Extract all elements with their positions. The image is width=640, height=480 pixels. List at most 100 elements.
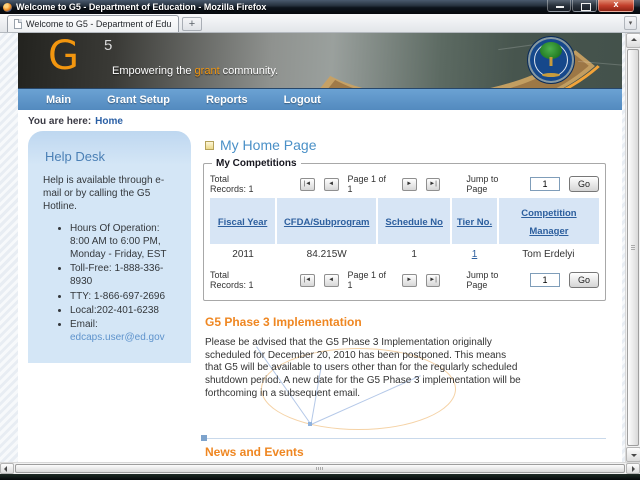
jump-to-page-input[interactable]	[530, 177, 560, 191]
dept-of-education-seal	[527, 36, 575, 84]
page-indicator: Page 1 of 1	[347, 174, 387, 194]
g5-logo-number: 5	[104, 37, 113, 54]
title-bar: Welcome to G5 - Department of Education …	[0, 0, 640, 14]
tagline-post: community.	[219, 65, 279, 77]
cell-schedule-no: 1	[377, 244, 452, 265]
page-title-icon	[205, 140, 214, 150]
prev-page-button[interactable]: ◄	[323, 177, 339, 191]
site-banner: G 5 Empowering the grant community.	[18, 33, 622, 88]
jump-to-page-label: Jump to Page	[466, 174, 499, 194]
last-page-button[interactable]: ►|	[425, 177, 441, 191]
nav-item-main[interactable]: Main	[46, 94, 71, 106]
window-controls	[546, 0, 634, 12]
scroll-grip	[316, 467, 323, 470]
tier-no-link[interactable]: 1	[472, 249, 478, 260]
email-link[interactable]: edcaps.user@ed.gov	[70, 332, 165, 343]
help-desk-intro: Help is available through e-mail or by c…	[43, 175, 165, 213]
tagline-pre: Empowering the	[112, 65, 195, 77]
cell-tier-no: 1	[451, 244, 498, 265]
horizontal-scrollbar[interactable]	[0, 462, 640, 474]
page-title: My Home Page	[220, 137, 317, 153]
cell-fiscal-year: 2011	[210, 244, 277, 265]
banner-tagline: Empowering the grant community.	[112, 65, 278, 77]
scroll-up-button[interactable]	[626, 33, 640, 48]
prev-page-button[interactable]: ◄	[323, 273, 339, 287]
horizontal-scroll-thumb[interactable]	[15, 464, 625, 473]
tab-welcome-g5[interactable]: Welcome to G5 - Department of Edu...	[7, 15, 179, 32]
cell-competition-manager: Tom Erdelyi	[497, 244, 599, 265]
list-tabs-button[interactable]: ▾	[624, 16, 637, 30]
column-header-schedule-no[interactable]: Schedule No	[376, 198, 452, 244]
vertical-scrollbar[interactable]	[625, 33, 640, 462]
page-favicon	[14, 19, 22, 29]
tab-title: Welcome to G5 - Department of Edu...	[26, 19, 172, 29]
my-competitions-legend: My Competitions	[216, 158, 297, 169]
g5-logo-letter: G	[48, 33, 79, 79]
orbit-node	[308, 422, 312, 427]
bottom-bar	[0, 474, 640, 480]
email-label: Email:	[70, 318, 98, 330]
first-page-button[interactable]: |◄	[299, 273, 315, 287]
sidebar: Help Desk Help is available through e-ma…	[28, 131, 191, 364]
total-records-label: Total Records: 1	[210, 174, 254, 194]
my-competitions-fieldset: My Competitions Total Records: 1 |◄ ◄ Pa…	[203, 158, 606, 301]
orbit-watermark-graphic	[203, 346, 606, 431]
column-header-cfda-subprogram[interactable]: CFDA/Subprogram	[275, 198, 378, 244]
nav-item-reports[interactable]: Reports	[206, 94, 248, 106]
next-page-button[interactable]: ►	[401, 273, 417, 287]
vertical-scroll-thumb[interactable]	[627, 49, 639, 446]
table-row: 2011 84.215W 1 1 Tom Erdelyi	[210, 244, 599, 265]
breadcrumb-label: You are here:	[28, 116, 92, 127]
new-tab-button[interactable]: +	[182, 17, 202, 31]
seal-base	[542, 73, 560, 77]
scroll-left-button[interactable]	[0, 463, 14, 474]
nav-item-logout[interactable]: Logout	[284, 94, 321, 106]
phase3-title: G5 Phase 3 Implementation	[205, 315, 362, 329]
page-title-row: My Home Page	[205, 137, 606, 153]
site-container: G 5 Empowering the grant community. Main…	[18, 33, 622, 462]
list-item: TTY: 1-866-697-2696	[70, 290, 179, 303]
jump-to-page-label: Jump to Page	[466, 270, 499, 290]
help-desk-panel: Help Desk Help is available through e-ma…	[28, 131, 191, 364]
browser-window: Welcome to G5 - Department of Education …	[0, 0, 640, 480]
page-indicator: Page 1 of 1	[347, 270, 387, 290]
tagline-highlight: grant	[194, 65, 220, 77]
minimize-button[interactable]	[547, 0, 571, 12]
scroll-right-button[interactable]	[626, 463, 640, 474]
column-header-competition-manager[interactable]: Competition Manager	[496, 198, 599, 244]
restore-button[interactable]	[572, 0, 597, 12]
list-item: Local:202-401-6238	[70, 304, 179, 317]
cell-cfda-subprogram: 84.215W	[276, 244, 378, 265]
table-header-row: Fiscal Year CFDA/Subprogram Schedule No …	[210, 198, 599, 244]
seal-tree-trunk	[549, 57, 553, 66]
section-divider	[201, 435, 606, 442]
last-page-button[interactable]: ►|	[425, 273, 441, 287]
first-page-button[interactable]: |◄	[299, 177, 315, 191]
list-item: Toll-Free: 1-888-336-8930	[70, 262, 179, 288]
breadcrumb-home-link[interactable]: Home	[95, 116, 123, 127]
next-page-button[interactable]: ►	[401, 177, 417, 191]
scroll-grip	[631, 244, 635, 250]
help-desk-list: Hours Of Operation: 8:00 AM to 6:00 PM, …	[70, 222, 179, 345]
news-title: News and Events	[205, 445, 304, 460]
total-records-label: Total Records: 1	[210, 270, 254, 290]
scroll-down-button[interactable]	[626, 447, 640, 462]
jump-to-page-input[interactable]	[530, 273, 560, 287]
go-button[interactable]: Go	[569, 272, 599, 288]
pager-bottom: Total Records: 1 |◄ ◄ Page 1 of 1 ► ►| J…	[210, 265, 599, 294]
go-button[interactable]: Go	[569, 176, 599, 192]
list-item: Hours Of Operation: 8:00 AM to 6:00 PM, …	[70, 222, 179, 262]
g5-logo: G 5	[48, 33, 112, 79]
close-button[interactable]	[598, 0, 634, 12]
breadcrumb: You are here: Home	[18, 110, 622, 131]
firefox-icon	[3, 2, 12, 12]
pager-top: Total Records: 1 |◄ ◄ Page 1 of 1 ► ►| J…	[210, 169, 599, 198]
content-columns: Help Desk Help is available through e-ma…	[18, 131, 622, 462]
tab-bar: Welcome to G5 - Department of Edu... + ▾	[0, 14, 640, 33]
divider-square-icon	[201, 435, 207, 442]
column-header-tier-no[interactable]: Tier No.	[450, 198, 498, 244]
nav-item-grant-setup[interactable]: Grant Setup	[107, 94, 170, 106]
column-header-fiscal-year[interactable]: Fiscal Year	[210, 198, 277, 244]
main-content: My Home Page My Competitions Total Recor…	[201, 133, 606, 462]
help-desk-title: Help Desk	[45, 149, 105, 164]
